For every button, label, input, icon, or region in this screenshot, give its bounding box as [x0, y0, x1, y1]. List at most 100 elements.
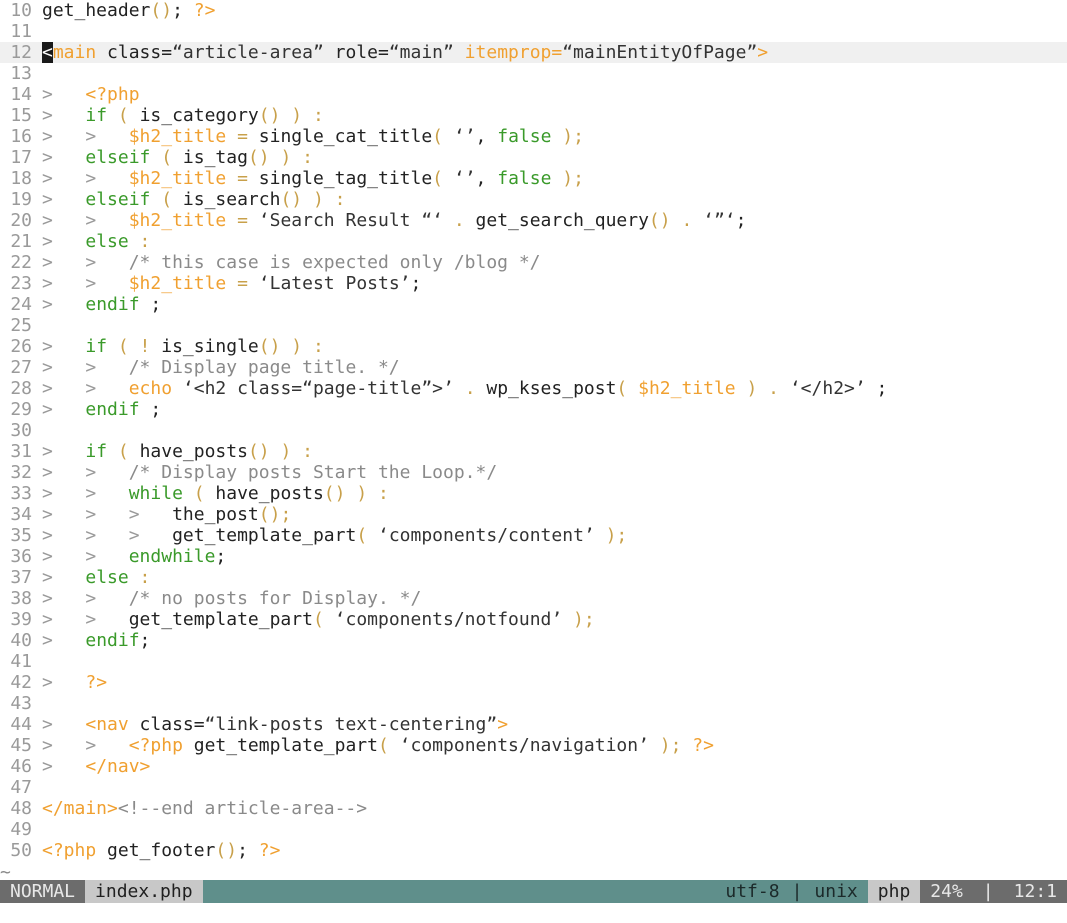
- line-number: 47: [10, 777, 32, 798]
- code-token: ) :: [302, 189, 346, 210]
- command-line[interactable]: [0, 903, 1067, 923]
- code-token: else: [85, 567, 129, 588]
- code-token: (): [280, 189, 303, 210]
- code-token: =: [226, 273, 259, 294]
- code-line[interactable]: 31 > if ( have_posts() ) :: [0, 441, 1067, 462]
- code-line[interactable]: 16 > > $h2_title = single_cat_title( ‘’, …: [0, 126, 1067, 147]
- code-token: >: [42, 672, 86, 693]
- code-token: (: [107, 105, 140, 126]
- code-token: (: [312, 609, 335, 630]
- code-token: ;: [410, 273, 422, 294]
- line-code: > > $h2_title = ‘Latest Posts’;: [42, 273, 421, 294]
- code-line[interactable]: 28 > > echo ‘<h2 class=“page-title”>’ . w…: [0, 378, 1067, 399]
- code-line[interactable]: 27 > > /* Display page title. */: [0, 357, 1067, 378]
- code-token: echo: [128, 378, 173, 399]
- code-line[interactable]: 37 > else :: [0, 567, 1067, 588]
- line-number: 30: [10, 420, 32, 441]
- line-number: 38: [10, 588, 32, 609]
- code-line[interactable]: 41: [0, 651, 1067, 672]
- line-code: > <nav class=“link-posts text-centering”…: [42, 714, 508, 735]
- code-line[interactable]: 49: [0, 819, 1067, 840]
- code-line[interactable]: 25: [0, 315, 1067, 336]
- code-line[interactable]: 42 > ?>: [0, 672, 1067, 693]
- code-token: >: [42, 252, 86, 273]
- code-line[interactable]: 11: [0, 21, 1067, 42]
- code-line[interactable]: 35 > > > get_template_part( ‘components/c…: [0, 525, 1067, 546]
- code-line[interactable]: 30: [0, 420, 1067, 441]
- code-line[interactable]: 34 > > > the_post();: [0, 504, 1067, 525]
- code-token: (: [432, 168, 454, 189]
- code-line[interactable]: 10 get_header(); ?>: [0, 0, 1067, 21]
- code-line[interactable]: 22 > > /* this case is expected only /blo…: [0, 252, 1067, 273]
- code-line[interactable]: 44 > <nav class=“link-posts text-centerin…: [0, 714, 1067, 735]
- code-token: >: [85, 357, 129, 378]
- code-token: >: [42, 504, 86, 525]
- code-line[interactable]: 33 > > while ( have_posts() ) :: [0, 483, 1067, 504]
- code-token: (): [323, 483, 346, 504]
- line-number: 46: [10, 756, 32, 777]
- code-token: /* Display posts Start the Loop.*/: [128, 462, 498, 483]
- code-token: itemprop=: [453, 42, 563, 63]
- code-line[interactable]: 32 > > /* Display posts Start the Loop.*/: [0, 462, 1067, 483]
- code-line[interactable]: 43: [0, 693, 1067, 714]
- code-token: ) .: [735, 378, 790, 399]
- code-line[interactable]: 36 > > endwhile;: [0, 546, 1067, 567]
- code-line[interactable]: 40 > endif;: [0, 630, 1067, 651]
- code-line[interactable]: 19 > elseif ( is_search() ) :: [0, 189, 1067, 210]
- line-number: 18: [10, 168, 32, 189]
- code-line[interactable]: 12 <main class=“article-area” role=“main”…: [0, 42, 1067, 63]
- code-token: elseif: [85, 147, 151, 168]
- code-token: (: [377, 735, 400, 756]
- file-type: php: [867, 880, 921, 903]
- code-token: “article-area”: [172, 42, 324, 63]
- line-code: > <?php: [42, 84, 140, 105]
- code-token: (: [107, 441, 140, 462]
- code-token: >: [42, 588, 86, 609]
- code-line[interactable]: 23 > > $h2_title = ‘Latest Posts’;: [0, 273, 1067, 294]
- code-token: >: [128, 525, 173, 546]
- code-line[interactable]: 21 > else :: [0, 231, 1067, 252]
- code-line[interactable]: 29 > endif ;: [0, 399, 1067, 420]
- code-line[interactable]: 45 > > <?php get_template_part( ‘componen…: [0, 735, 1067, 756]
- code-token: (): [150, 0, 173, 21]
- status-separator: |: [972, 880, 1004, 903]
- line-number: 39: [10, 609, 32, 630]
- code-line[interactable]: 15 > if ( is_category() ) :: [0, 105, 1067, 126]
- code-token: >: [42, 735, 86, 756]
- code-line[interactable]: 14 > <?php: [0, 84, 1067, 105]
- code-token: (: [150, 189, 183, 210]
- code-token: >: [85, 483, 129, 504]
- code-line[interactable]: 13: [0, 63, 1067, 84]
- code-line[interactable]: 39 > > get_template_part( ‘components/not…: [0, 609, 1067, 630]
- code-token: );: [648, 735, 693, 756]
- code-line[interactable]: 38 > > /* no posts for Display. */: [0, 588, 1067, 609]
- line-code: > > /* Display posts Start the Loop.*/: [42, 462, 497, 483]
- code-token: >: [85, 252, 129, 273]
- code-line[interactable]: 46 > </nav>: [0, 756, 1067, 777]
- mode-indicator: NORMAL: [0, 880, 86, 903]
- code-line[interactable]: 20 > > $h2_title = ‘Search Result “‘ . ge…: [0, 210, 1067, 231]
- code-line[interactable]: 17 > elseif ( is_tag() ) :: [0, 147, 1067, 168]
- code-token: >: [85, 273, 129, 294]
- code-line[interactable]: 26 > if ( ! is_single() ) :: [0, 336, 1067, 357]
- code-token: is_category: [139, 105, 259, 126]
- line-number: 15: [10, 105, 32, 126]
- line-code: > if ( is_category() ) :: [42, 105, 324, 126]
- editor-buffer[interactable]: 10 get_header(); ?> 11 12 <main class=“artic…: [0, 0, 1067, 880]
- line-number: 20: [10, 210, 32, 231]
- code-line[interactable]: 24 > endif ;: [0, 294, 1067, 315]
- code-token: class=: [128, 714, 205, 735]
- code-line[interactable]: 50 <?php get_footer(); ?>: [0, 840, 1067, 861]
- code-token: >: [42, 105, 86, 126]
- code-line[interactable]: 48 </main><!--end article-area-->: [0, 798, 1067, 819]
- line-number: 33: [10, 483, 32, 504]
- code-token: “mainEntityOfPage”: [562, 42, 758, 63]
- code-token: ,: [475, 168, 498, 189]
- code-line[interactable]: 47: [0, 777, 1067, 798]
- code-line[interactable]: 18 > > $h2_title = single_tag_title( ‘’, …: [0, 168, 1067, 189]
- code-token: class=: [96, 42, 173, 63]
- line-number: 10: [10, 0, 32, 21]
- code-token: >: [42, 483, 86, 504]
- line-number: 14: [10, 84, 32, 105]
